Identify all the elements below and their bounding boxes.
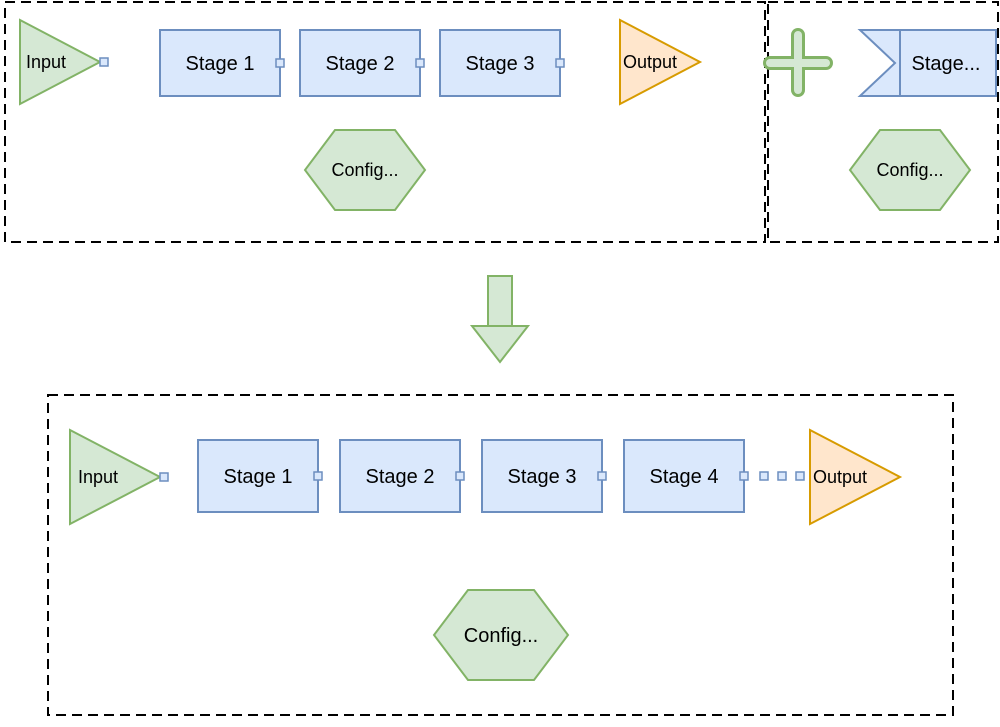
- bottom-stage-1-box: Stage 1: [198, 440, 322, 512]
- bottom-input-shape: Input: [70, 430, 160, 524]
- top-stage-1-box: Stage 1: [160, 30, 284, 96]
- add-config-label: Config...: [876, 160, 943, 180]
- top-input-label: Input: [26, 52, 66, 72]
- top-stage-3-box: Stage 3: [440, 30, 564, 96]
- add-stage-shape: Stage...: [860, 30, 996, 96]
- bottom-output-shape: Output: [810, 430, 900, 524]
- bottom-config-label: Config...: [464, 625, 538, 647]
- bottom-stage-3-label: Stage 3: [508, 466, 577, 488]
- top-input-shape: Input: [20, 20, 100, 104]
- bottom-input-label: Input: [78, 467, 118, 487]
- bottom-stage-2-label: Stage 2: [366, 466, 435, 488]
- bottom-stage-4-label: Stage 4: [650, 466, 719, 488]
- connector-tick: [100, 58, 108, 66]
- bottom-stage-1-label: Stage 1: [224, 466, 293, 488]
- add-config-hex: Config...: [850, 130, 970, 210]
- bottom-output-label: Output: [813, 467, 867, 487]
- diagram-canvas: Input Stage 1 Stage 2 Stage 3 Output Con…: [0, 0, 1000, 727]
- down-arrow-icon: [472, 276, 528, 362]
- top-output-label: Output: [623, 52, 677, 72]
- bottom-stage-4-box: Stage 4: [624, 440, 804, 512]
- add-stage-label: Stage...: [912, 53, 981, 75]
- bottom-config-hex: Config...: [434, 590, 568, 680]
- top-stage-2-box: Stage 2: [300, 30, 424, 96]
- top-config-hex: Config...: [305, 130, 425, 210]
- plus-icon: [770, 35, 826, 90]
- top-config-label: Config...: [331, 160, 398, 180]
- top-stage-1-label: Stage 1: [186, 53, 255, 75]
- bottom-stage-2-box: Stage 2: [340, 440, 464, 512]
- top-stage-3-label: Stage 3: [466, 53, 535, 75]
- top-output-shape: Output: [620, 20, 700, 104]
- top-stage-2-label: Stage 2: [326, 53, 395, 75]
- bottom-stage-3-box: Stage 3: [482, 440, 606, 512]
- connector-tick: [160, 473, 168, 481]
